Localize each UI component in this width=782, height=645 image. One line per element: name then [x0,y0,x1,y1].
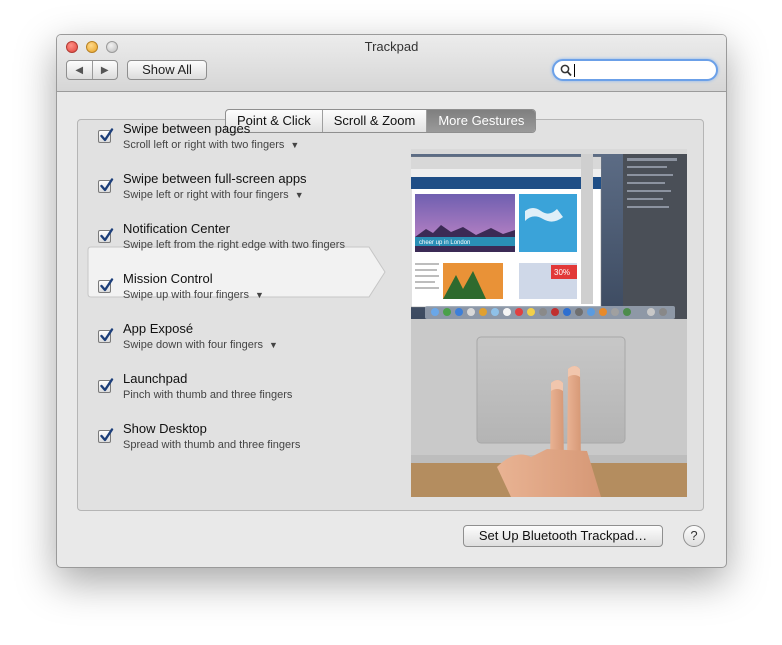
gesture-subtitle-row[interactable]: Scroll left or right with two fingers ▼ [123,139,299,151]
checkmark-icon [100,328,114,342]
search-field[interactable] [552,59,718,81]
checkmark-icon [100,378,114,392]
gesture-row[interactable]: Show Desktop Spread with thumb and three … [89,415,389,455]
setup-bluetooth-trackpad-button[interactable]: Set Up Bluetooth Trackpad… [463,525,663,547]
window-title: Trackpad [364,39,419,54]
gesture-checkbox[interactable] [98,178,114,193]
preview-ad-text: 30% [554,268,570,277]
trackpad-window: Trackpad ◀ ▶ Show All Point & Click Scrol… [56,34,727,568]
text-cursor [574,64,575,77]
gesture-row[interactable]: Launchpad Pinch with thumb and three fing… [89,365,389,405]
gesture-subtitle-row[interactable]: Swipe left or right with four fingers ▼ [123,189,304,201]
gesture-checkbox[interactable] [98,428,114,443]
preview-headline: cheer up in London [419,240,470,246]
gesture-subtitle-row[interactable]: Swipe down with four fingers ▼ [123,339,278,351]
search-icon [560,64,572,77]
checkmark-icon [100,278,114,292]
gesture-row[interactable]: App Exposé Swipe down with four fingers ▼ [89,315,389,355]
gesture-subtitle-row[interactable]: Swipe up with four fingers ▼ [123,289,264,301]
gesture-subtitle: Spread with thumb and three fingers [123,439,301,451]
help-button[interactable]: ? [683,525,705,547]
back-forward-control: ◀ ▶ [66,60,118,80]
gesture-row[interactable]: Notification Center Swipe left from the r… [89,215,389,255]
gesture-row[interactable]: Swipe between pages Scroll left or right … [89,115,389,155]
checkmark-icon [100,228,114,242]
checkmark-icon [100,128,114,142]
gesture-title: Swipe between pages [123,121,251,136]
gesture-row[interactable]: Mission Control Swipe up with four finger… [89,265,389,305]
gesture-preview: cheer up in London 30% [411,149,687,497]
gesture-title: Notification Center [123,221,230,236]
gesture-subtitle: Swipe left or right with four fingers [123,189,289,201]
gesture-title: Mission Control [123,271,213,286]
gesture-subtitle: Pinch with thumb and three fingers [123,389,293,401]
popup-arrow-icon[interactable]: ▼ [295,190,304,200]
popup-arrow-icon[interactable]: ▼ [290,140,299,150]
gesture-checkbox[interactable] [98,228,114,243]
title-bar: Trackpad ◀ ▶ Show All [57,35,726,92]
gesture-checkbox[interactable] [98,378,114,393]
back-button[interactable]: ◀ [67,61,93,79]
popup-arrow-icon[interactable]: ▼ [255,290,264,300]
gesture-checkbox[interactable] [98,128,114,143]
preview-illustration: cheer up in London 30% [411,149,687,497]
gesture-subtitle: Scroll left or right with two fingers [123,139,285,151]
gesture-subtitle-row: Swipe left from the right edge with two … [123,239,345,251]
checkmark-icon [100,428,114,442]
search-input[interactable] [576,62,706,78]
gesture-title: App Exposé [123,321,194,336]
popup-arrow-icon[interactable]: ▼ [269,340,278,350]
gesture-subtitle-row: Spread with thumb and three fingers [123,439,300,451]
gesture-subtitle: Swipe up with four fingers [123,289,249,301]
tab-more-gestures[interactable]: More Gestures [427,110,536,132]
show-all-button[interactable]: Show All [127,60,207,80]
gesture-title: Launchpad [123,371,188,386]
gesture-checkbox[interactable] [98,328,114,343]
forward-button[interactable]: ▶ [93,61,118,79]
gesture-row[interactable]: Swipe between full-screen apps Swipe left… [89,165,389,205]
gesture-subtitle-row: Pinch with thumb and three fingers [123,389,292,401]
gesture-title: Show Desktop [123,421,207,436]
gesture-subtitle: Swipe down with four fingers [123,339,264,351]
gesture-checkbox[interactable] [98,278,114,293]
gesture-subtitle: Swipe left from the right edge with two … [123,239,345,251]
gesture-title: Swipe between full-screen apps [123,171,307,186]
checkmark-icon [100,178,114,192]
